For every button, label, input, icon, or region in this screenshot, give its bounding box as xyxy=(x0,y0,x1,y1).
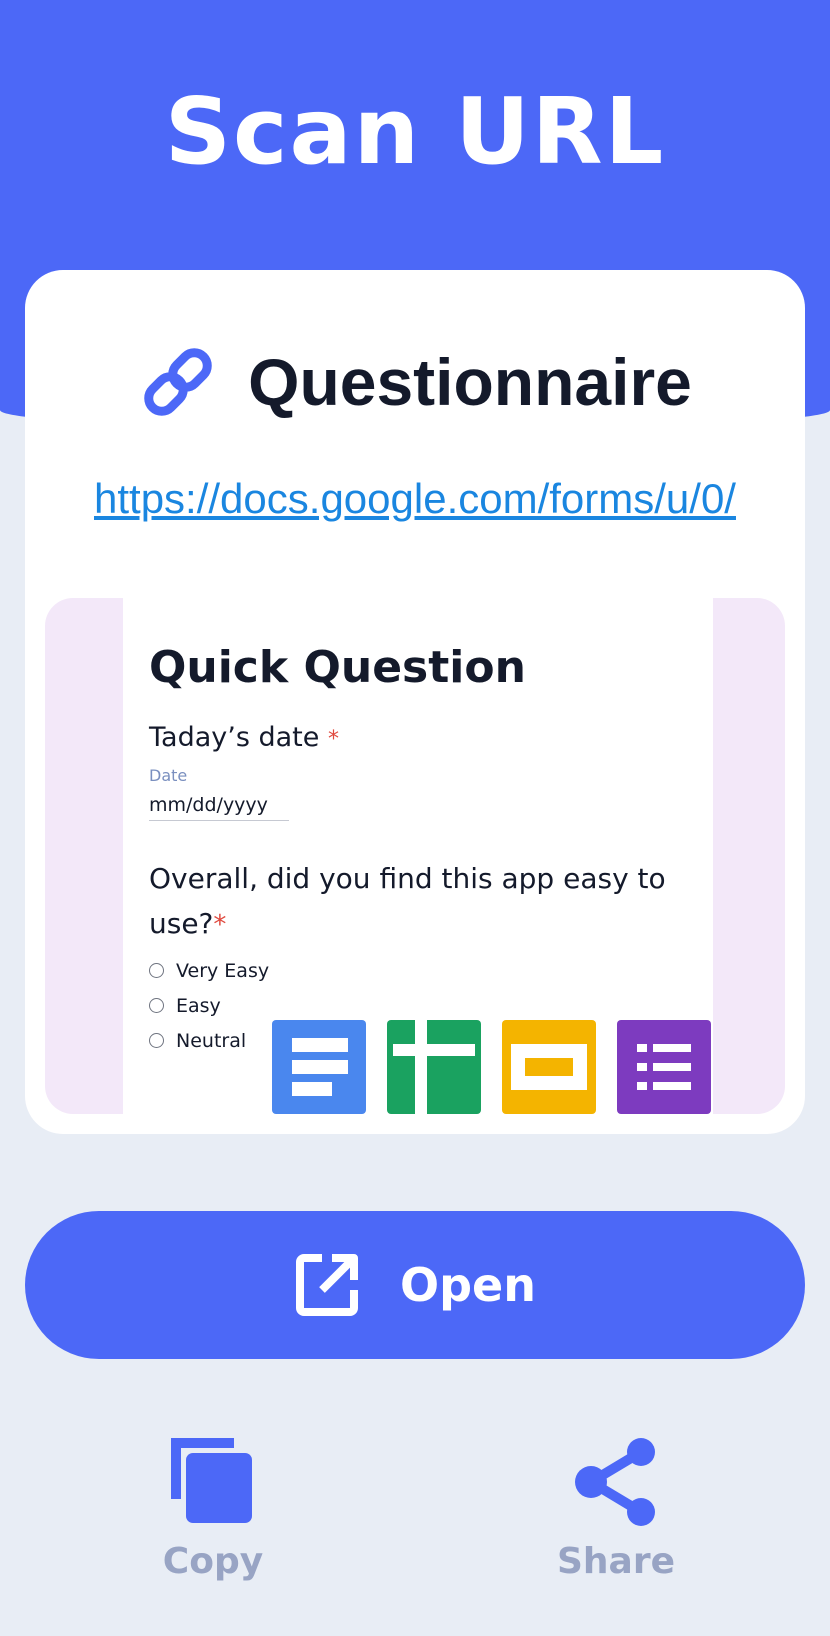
sheets-icon xyxy=(387,1020,481,1114)
link-icon xyxy=(144,348,212,416)
option-list: Very Easy Easy Neutral xyxy=(149,953,269,1058)
result-card: Questionnaire https://docs.google.com/fo… xyxy=(25,270,805,1134)
open-button-label: Open xyxy=(400,1258,536,1312)
date-input[interactable] xyxy=(149,790,289,821)
radio-icon[interactable] xyxy=(149,963,164,978)
open-button[interactable]: Open xyxy=(25,1211,805,1359)
slides-icon xyxy=(502,1020,596,1114)
radio-icon[interactable] xyxy=(149,998,164,1013)
copy-icon xyxy=(171,1438,252,1523)
option-label: Neutral xyxy=(176,1029,247,1052)
required-mark: * xyxy=(327,727,339,752)
question-date: Taday’s date * xyxy=(149,722,339,753)
copy-button[interactable]: Copy xyxy=(113,1437,313,1597)
question-ease: Overall, did you find this app easy to u… xyxy=(149,856,669,948)
link-preview[interactable]: Quick Question Taday’s date * Date Overa… xyxy=(45,598,785,1114)
option-neutral[interactable]: Neutral xyxy=(149,1023,269,1058)
option-label: Very Easy xyxy=(176,959,270,982)
required-mark: * xyxy=(213,910,227,940)
option-easy[interactable]: Easy xyxy=(149,988,269,1023)
share-icon xyxy=(575,1438,655,1526)
forms-icon xyxy=(617,1020,711,1114)
page-title: Scan URL xyxy=(164,78,666,185)
copy-label: Copy xyxy=(162,1541,264,1582)
share-button[interactable]: Share xyxy=(516,1437,716,1597)
app-icons xyxy=(272,1020,711,1114)
url-link[interactable]: https://docs.google.com/forms/u/0/ xyxy=(25,475,805,523)
question-ease-text: Overall, did you find this app easy to u… xyxy=(149,862,666,940)
docs-icon xyxy=(272,1020,366,1114)
question-date-text: Taday’s date xyxy=(149,722,320,753)
form-title: Quick Question xyxy=(149,642,526,693)
result-type-label: Questionnaire xyxy=(248,345,692,419)
result-header: Questionnaire xyxy=(25,332,805,432)
option-very-easy[interactable]: Very Easy xyxy=(149,953,269,988)
share-label: Share xyxy=(556,1541,676,1582)
option-label: Easy xyxy=(176,994,221,1017)
radio-icon[interactable] xyxy=(149,1033,164,1048)
date-field-label: Date xyxy=(149,766,188,785)
open-external-icon xyxy=(296,1254,358,1316)
